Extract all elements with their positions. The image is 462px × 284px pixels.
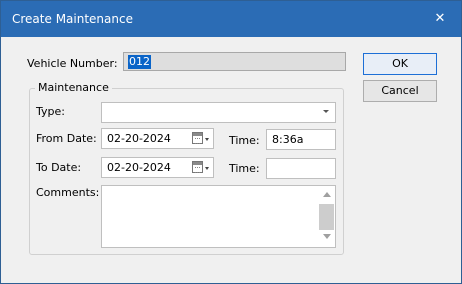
from-date-field[interactable]: 02-20-2024 bbox=[101, 128, 214, 149]
chevron-down-icon[interactable] bbox=[323, 110, 329, 113]
vehicle-number-label: Vehicle Number: bbox=[27, 57, 118, 70]
to-date-field[interactable]: 02-20-2024 bbox=[101, 157, 214, 178]
to-time-field[interactable] bbox=[266, 158, 336, 179]
comments-scrollbar[interactable] bbox=[318, 186, 335, 247]
cancel-button[interactable]: Cancel bbox=[363, 80, 437, 102]
comments-textarea[interactable] bbox=[101, 185, 336, 248]
vehicle-number-field[interactable]: 012 bbox=[123, 52, 346, 71]
comments-label: Comments: bbox=[36, 186, 100, 199]
scroll-thumb[interactable] bbox=[319, 204, 334, 230]
close-icon[interactable]: ✕ bbox=[429, 9, 451, 29]
create-maintenance-dialog: Create Maintenance ✕ Vehicle Number: 012… bbox=[0, 0, 462, 284]
to-date-label: To Date: bbox=[36, 161, 82, 174]
calendar-icon[interactable] bbox=[191, 160, 210, 175]
type-dropdown[interactable] bbox=[101, 102, 336, 123]
scroll-up-icon[interactable] bbox=[323, 192, 331, 197]
from-date-label: From Date: bbox=[36, 132, 97, 145]
window-title: Create Maintenance bbox=[12, 12, 133, 26]
from-time-value: 8:36a bbox=[272, 133, 304, 146]
to-time-label: Time: bbox=[229, 162, 260, 175]
ok-button[interactable]: OK bbox=[363, 53, 437, 75]
from-time-label: Time: bbox=[229, 134, 260, 147]
calendar-icon[interactable] bbox=[191, 131, 210, 146]
maintenance-group-caption: Maintenance bbox=[35, 81, 112, 94]
type-label: Type: bbox=[36, 105, 65, 118]
scroll-down-icon[interactable] bbox=[323, 234, 331, 239]
from-time-field[interactable]: 8:36a bbox=[266, 129, 336, 150]
from-date-value: 02-20-2024 bbox=[107, 132, 171, 145]
to-date-value: 02-20-2024 bbox=[107, 161, 171, 174]
vehicle-number-value: 012 bbox=[128, 55, 151, 69]
title-bar: Create Maintenance ✕ bbox=[1, 1, 461, 37]
